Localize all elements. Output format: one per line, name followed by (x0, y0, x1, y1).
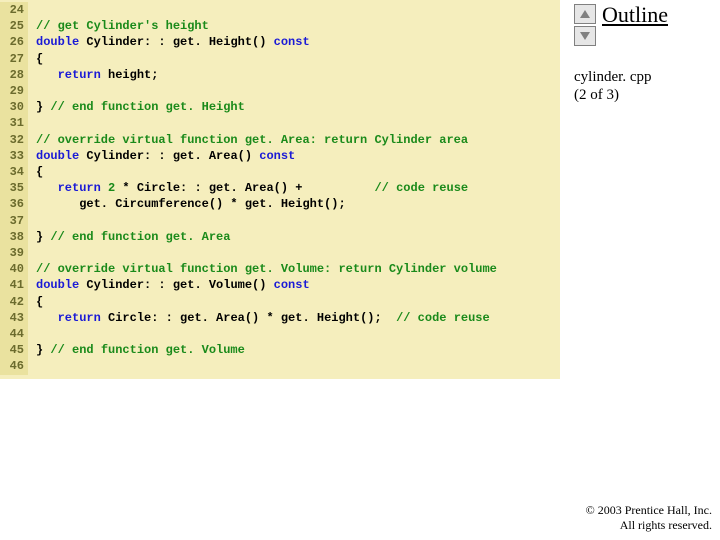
code-line: 25// get Cylinder's height (0, 18, 560, 34)
line-number: 43 (0, 310, 28, 326)
code-line: 41double Cylinder: : get. Volume() const (0, 277, 560, 293)
code-line: 42{ (0, 294, 560, 310)
code-line: 24 (0, 2, 560, 18)
line-number: 45 (0, 342, 28, 358)
copyright-line1: © 2003 Prentice Hall, Inc. (586, 503, 712, 517)
code-content: { (28, 164, 43, 180)
code-line: 31 (0, 115, 560, 131)
code-line: 44 (0, 326, 560, 342)
code-line: 34{ (0, 164, 560, 180)
code-content: // get Cylinder's height (28, 18, 209, 34)
code-content: return 2 * Circle: : get. Area() + // co… (28, 180, 468, 196)
file-name: cylinder. cpp (574, 69, 651, 85)
code-line: 37 (0, 213, 560, 229)
code-content: return Circle: : get. Area() * get. Heig… (28, 310, 490, 326)
triangle-up-icon (579, 9, 591, 19)
line-number: 35 (0, 180, 28, 196)
code-content (28, 2, 36, 18)
code-line: 39 (0, 245, 560, 261)
line-number: 39 (0, 245, 28, 261)
line-number: 40 (0, 261, 28, 277)
code-content: double Cylinder: : get. Area() const (28, 148, 295, 164)
code-content: } // end function get. Area (28, 229, 230, 245)
code-content: double Cylinder: : get. Volume() const (28, 277, 310, 293)
code-content: { (28, 294, 43, 310)
nav-down-button[interactable] (574, 26, 596, 46)
line-number: 36 (0, 196, 28, 212)
line-number: 31 (0, 115, 28, 131)
code-line: 33double Cylinder: : get. Area() const (0, 148, 560, 164)
line-number: 46 (0, 358, 28, 374)
code-content (28, 326, 36, 342)
code-line: 29 (0, 83, 560, 99)
file-label: cylinder. cpp (2 of 3) (574, 68, 714, 104)
code-line: 38} // end function get. Area (0, 229, 560, 245)
code-content (28, 245, 36, 261)
code-content: // override virtual function get. Area: … (28, 132, 468, 148)
code-line: 40// override virtual function get. Volu… (0, 261, 560, 277)
code-panel: 2425// get Cylinder's height26double Cyl… (0, 0, 560, 379)
code-content: } // end function get. Volume (28, 342, 245, 358)
line-number: 30 (0, 99, 28, 115)
side-panel: Outline cylinder. cpp (2 of 3) (574, 4, 714, 104)
code-content: { (28, 51, 43, 67)
nav-up-button[interactable] (574, 4, 596, 24)
line-number: 37 (0, 213, 28, 229)
code-content: double Cylinder: : get. Height() const (28, 34, 310, 50)
code-line: 32// override virtual function get. Area… (0, 132, 560, 148)
code-content: get. Circumference() * get. Height(); (28, 196, 346, 212)
line-number: 41 (0, 277, 28, 293)
code-line: 27{ (0, 51, 560, 67)
line-number: 33 (0, 148, 28, 164)
line-number: 44 (0, 326, 28, 342)
file-part: (2 of 3) (574, 87, 619, 103)
code-line: 26double Cylinder: : get. Height() const (0, 34, 560, 50)
line-number: 28 (0, 67, 28, 83)
code-line: 35 return 2 * Circle: : get. Area() + //… (0, 180, 560, 196)
outline-title: Outline (602, 2, 668, 28)
code-content (28, 115, 36, 131)
code-line: 46 (0, 358, 560, 374)
code-line: 43 return Circle: : get. Area() * get. H… (0, 310, 560, 326)
line-number: 24 (0, 2, 28, 18)
code-line: 28 return height; (0, 67, 560, 83)
copyright-line2: All rights reserved. (620, 518, 712, 532)
line-number: 32 (0, 132, 28, 148)
code-line: 36 get. Circumference() * get. Height(); (0, 196, 560, 212)
code-line: 45} // end function get. Volume (0, 342, 560, 358)
code-content: } // end function get. Height (28, 99, 245, 115)
line-number: 26 (0, 34, 28, 50)
code-line: 30} // end function get. Height (0, 99, 560, 115)
line-number: 42 (0, 294, 28, 310)
code-content (28, 213, 36, 229)
line-number: 38 (0, 229, 28, 245)
line-number: 29 (0, 83, 28, 99)
code-content (28, 83, 36, 99)
code-content: // override virtual function get. Volume… (28, 261, 497, 277)
line-number: 34 (0, 164, 28, 180)
line-number: 25 (0, 18, 28, 34)
copyright-footer: © 2003 Prentice Hall, Inc. All rights re… (586, 503, 712, 534)
triangle-down-icon (579, 31, 591, 41)
code-content: return height; (28, 67, 158, 83)
code-content (28, 358, 36, 374)
line-number: 27 (0, 51, 28, 67)
nav-buttons (574, 4, 596, 46)
